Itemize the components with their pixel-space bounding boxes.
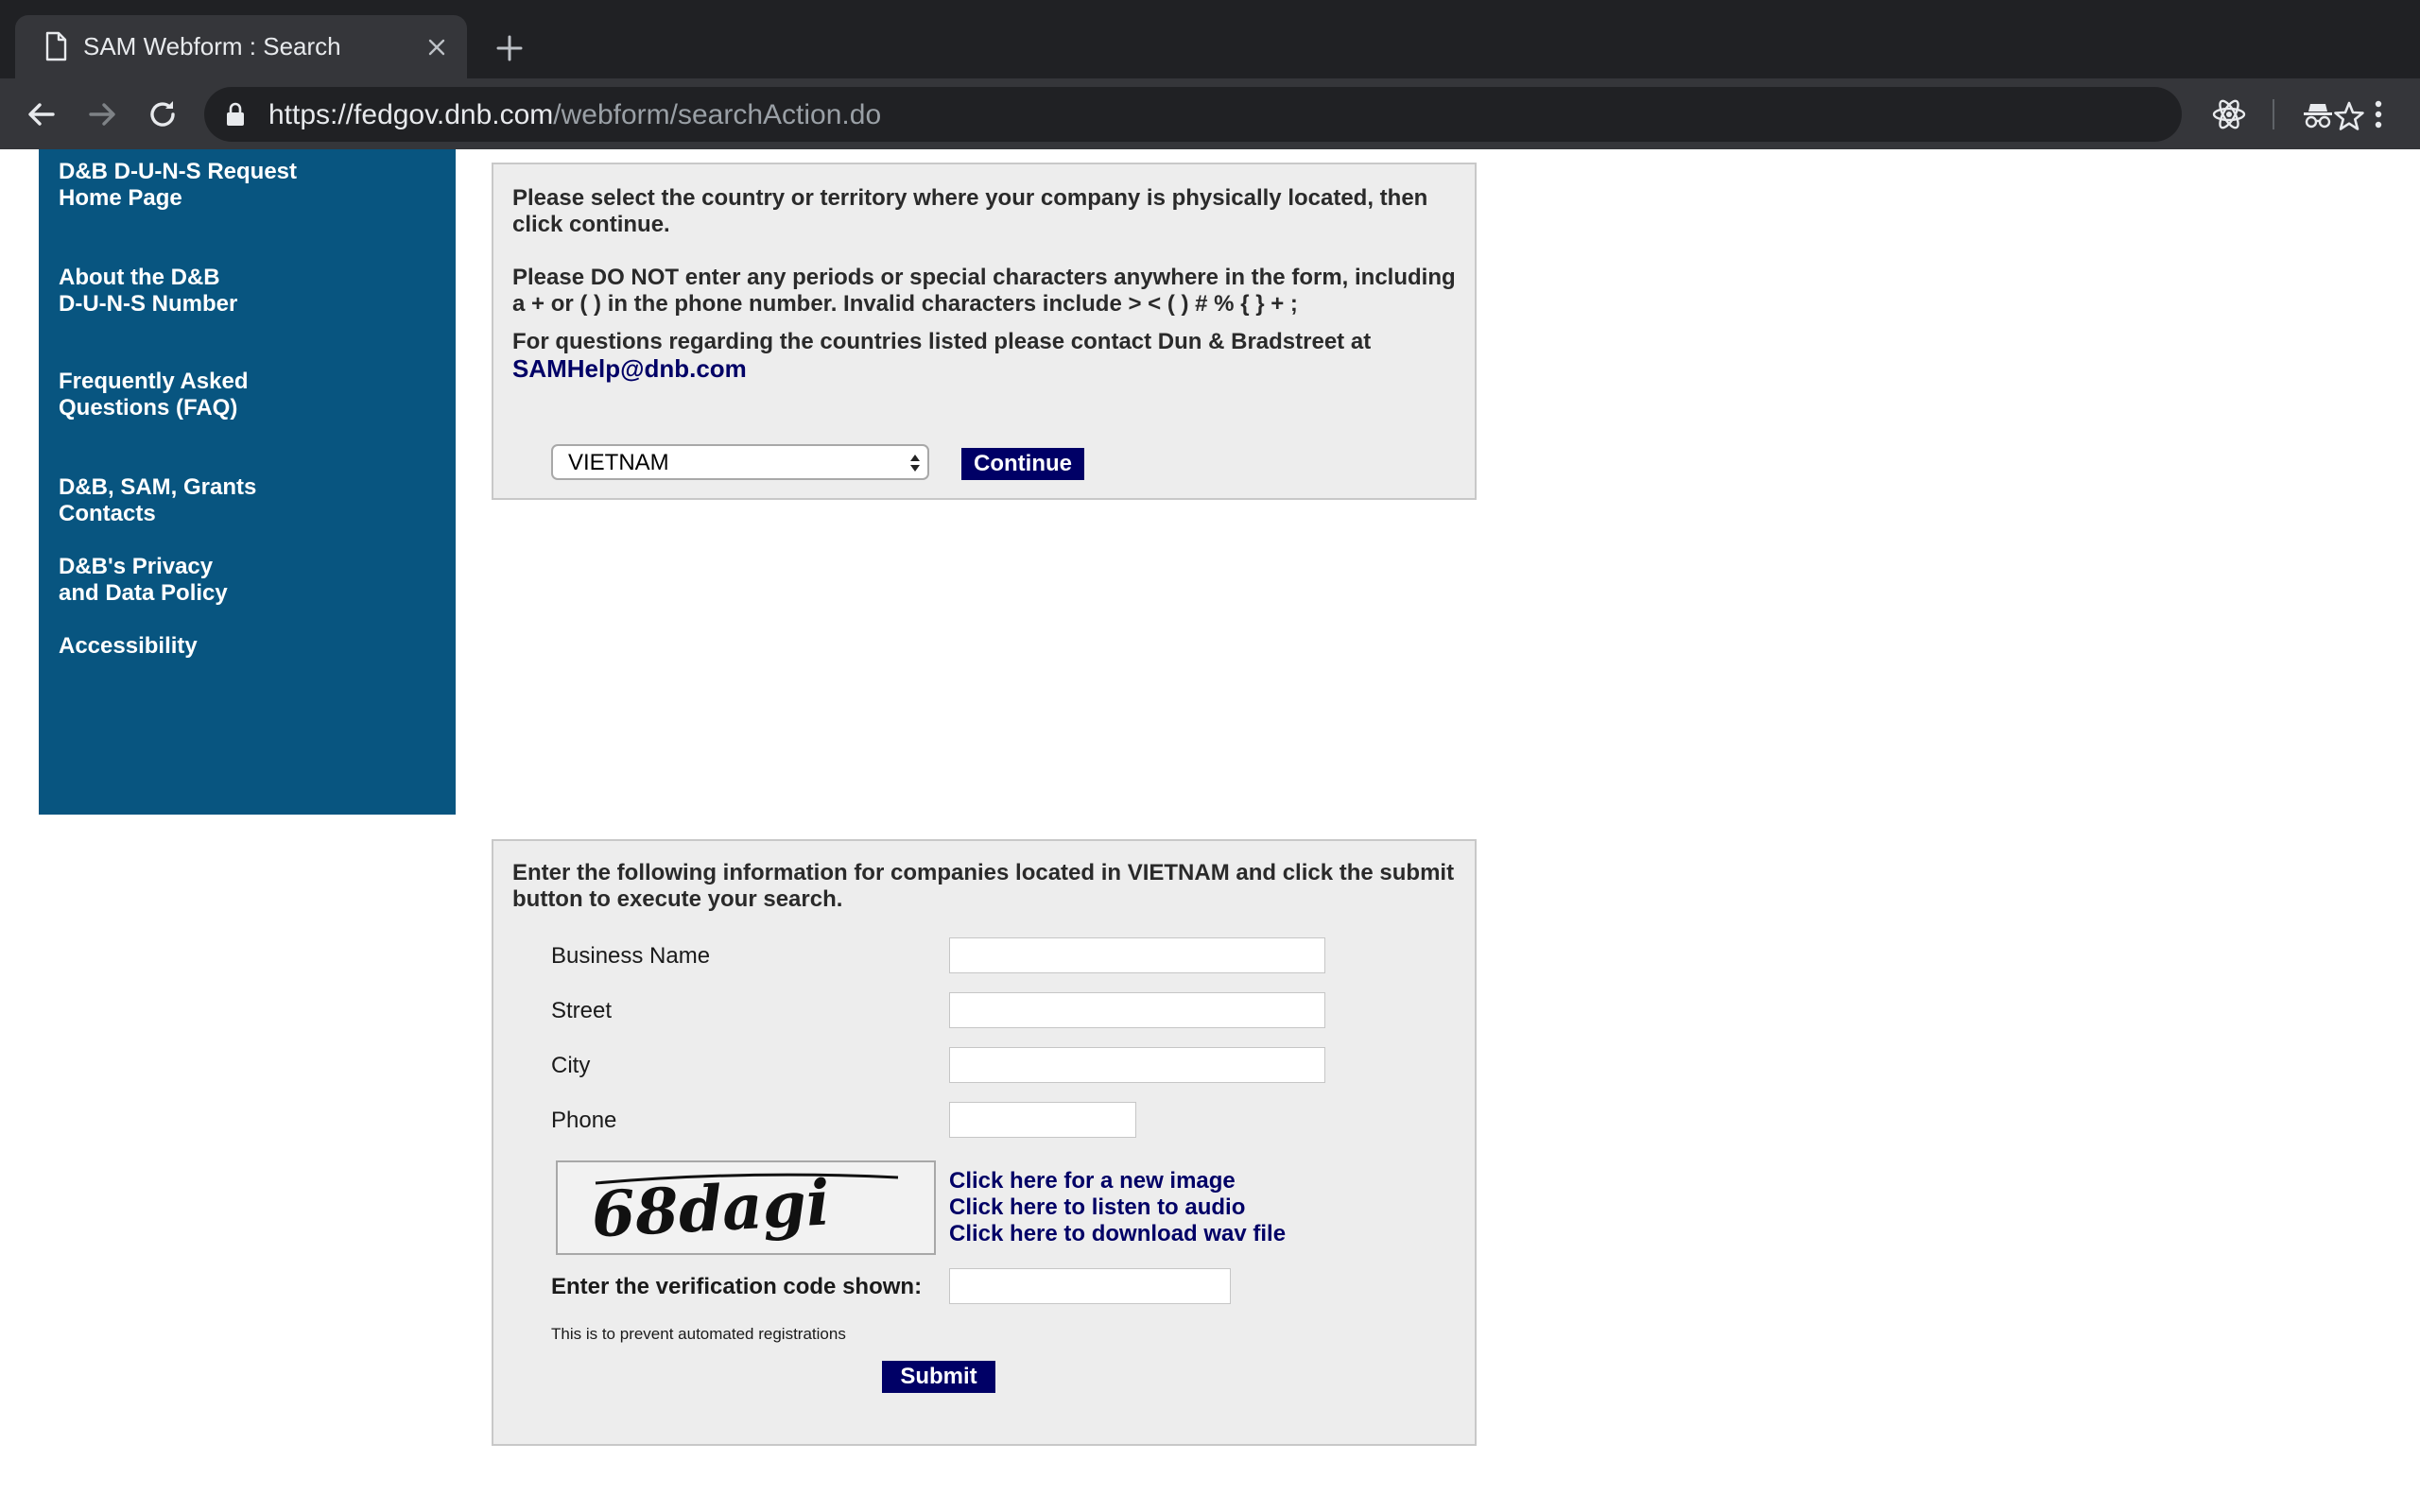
city-label: City	[551, 1053, 591, 1078]
verification-code-input[interactable]	[949, 1268, 1231, 1304]
browser-tab[interactable]: SAM Webform : Search	[15, 15, 467, 78]
search-intro: Enter the following information for comp…	[512, 860, 1458, 913]
instruction-line: Please select the country or territory w…	[512, 185, 1428, 211]
sidebar-item-label: D&B D-U-N-S Request	[59, 159, 297, 184]
browser-toolbar: https://fedgov.dnb.com/webform/searchAct…	[0, 78, 2420, 149]
plus-icon[interactable]	[493, 32, 526, 64]
sidebar-nav: D&B D-U-N-S Request Home Page About the …	[39, 149, 456, 815]
street-input[interactable]	[949, 992, 1325, 1028]
sidebar-item-label: D-U-N-S Number	[59, 291, 238, 317]
url-path: /webform/searchAction.do	[553, 99, 882, 130]
sidebar-item-label: Accessibility	[59, 633, 198, 659]
sidebar-item-about-duns[interactable]: About the D&B D-U-N-S Number	[59, 265, 437, 318]
continue-button[interactable]: Continue	[961, 448, 1084, 480]
kebab-menu-icon[interactable]	[2360, 95, 2397, 133]
sidebar-item-privacy[interactable]: D&B's Privacy and Data Policy	[59, 554, 437, 607]
incognito-icon[interactable]	[2299, 95, 2337, 133]
contact-note: For questions regarding the countries li…	[512, 329, 1458, 382]
country-dropdown[interactable]: VIETNAM	[551, 444, 929, 480]
captcha-graphic: 68dagi	[590, 1165, 899, 1252]
intro-line: button to execute your search.	[512, 886, 843, 912]
country-instructions: Please select the country or territory w…	[512, 185, 1458, 238]
instruction-line: Please DO NOT enter any periods or speci…	[512, 265, 1456, 290]
phone-label: Phone	[551, 1108, 617, 1133]
samhelp-email-link[interactable]: SAMHelp@dnb.com	[512, 355, 1458, 382]
select-arrows-icon	[910, 455, 920, 472]
street-label: Street	[551, 998, 613, 1023]
special-characters-warning: Please DO NOT enter any periods or speci…	[512, 265, 1458, 318]
business-name-label: Business Name	[551, 943, 711, 969]
address-bar[interactable]: https://fedgov.dnb.com/webform/searchAct…	[204, 87, 2364, 142]
captcha-text: 68dagi	[590, 1165, 832, 1251]
country-selected-value: VIETNAM	[568, 450, 669, 475]
tab-strip: SAM Webform : Search	[0, 0, 2420, 78]
sidebar-item-label: D&B's Privacy	[59, 554, 214, 579]
sidebar-item-label: Contacts	[59, 501, 156, 526]
back-arrow-icon[interactable]	[23, 95, 60, 133]
close-icon[interactable]	[424, 34, 450, 60]
submit-button[interactable]: Submit	[882, 1361, 995, 1393]
sidebar-item-label: About the D&B	[59, 265, 220, 290]
sidebar-item-contacts[interactable]: D&B, SAM, Grants Contacts	[59, 474, 437, 527]
new-image-link[interactable]: Click here for a new image	[949, 1168, 1236, 1194]
toolbar-separator	[2273, 99, 2274, 129]
listen-audio-link[interactable]: Click here to listen to audio	[949, 1194, 1245, 1221]
page-content: D&B D-U-N-S Request Home Page About the …	[0, 149, 2420, 1512]
sidebar-item-label: Questions (FAQ)	[59, 395, 238, 421]
search-form-panel: Enter the following information for comp…	[492, 839, 1477, 1446]
forward-arrow-icon[interactable]	[83, 95, 121, 133]
sidebar-item-label: Home Page	[59, 185, 182, 211]
download-wav-link[interactable]: Click here to download wav file	[949, 1221, 1286, 1247]
sidebar-item-label: and Data Policy	[59, 580, 228, 606]
verification-code-label: Enter the verification code shown:	[551, 1274, 923, 1299]
business-name-input[interactable]	[949, 937, 1325, 973]
document-icon	[45, 31, 67, 61]
automation-note: This is to prevent automated registratio…	[551, 1325, 846, 1343]
sidebar-item-faq[interactable]: Frequently Asked Questions (FAQ)	[59, 369, 437, 421]
url-host: https://fedgov.dnb.com	[268, 99, 554, 130]
sidebar-item-accessibility[interactable]: Accessibility	[59, 633, 437, 660]
sidebar-item-label: D&B, SAM, Grants	[59, 474, 257, 500]
captcha-image: 68dagi	[556, 1160, 936, 1255]
tab-title: SAM Webform : Search	[83, 32, 341, 60]
url-text: https://fedgov.dnb.com/webform/searchAct…	[268, 99, 881, 131]
sidebar-item-home[interactable]: D&B D-U-N-S Request Home Page	[59, 159, 437, 212]
instruction-line: a + or ( ) in the phone number. Invalid …	[512, 291, 1298, 317]
intro-line: Enter the following information for comp…	[512, 860, 1455, 885]
phone-input[interactable]	[949, 1102, 1136, 1138]
sidebar-item-label: Frequently Asked	[59, 369, 249, 394]
instruction-line: For questions regarding the countries li…	[512, 329, 1372, 354]
instruction-line: click continue.	[512, 212, 670, 237]
reload-icon[interactable]	[144, 95, 182, 133]
react-atom-icon[interactable]	[2210, 95, 2248, 133]
country-select-panel: Please select the country or territory w…	[492, 163, 1477, 500]
city-input[interactable]	[949, 1047, 1325, 1083]
lock-icon	[227, 102, 244, 126]
